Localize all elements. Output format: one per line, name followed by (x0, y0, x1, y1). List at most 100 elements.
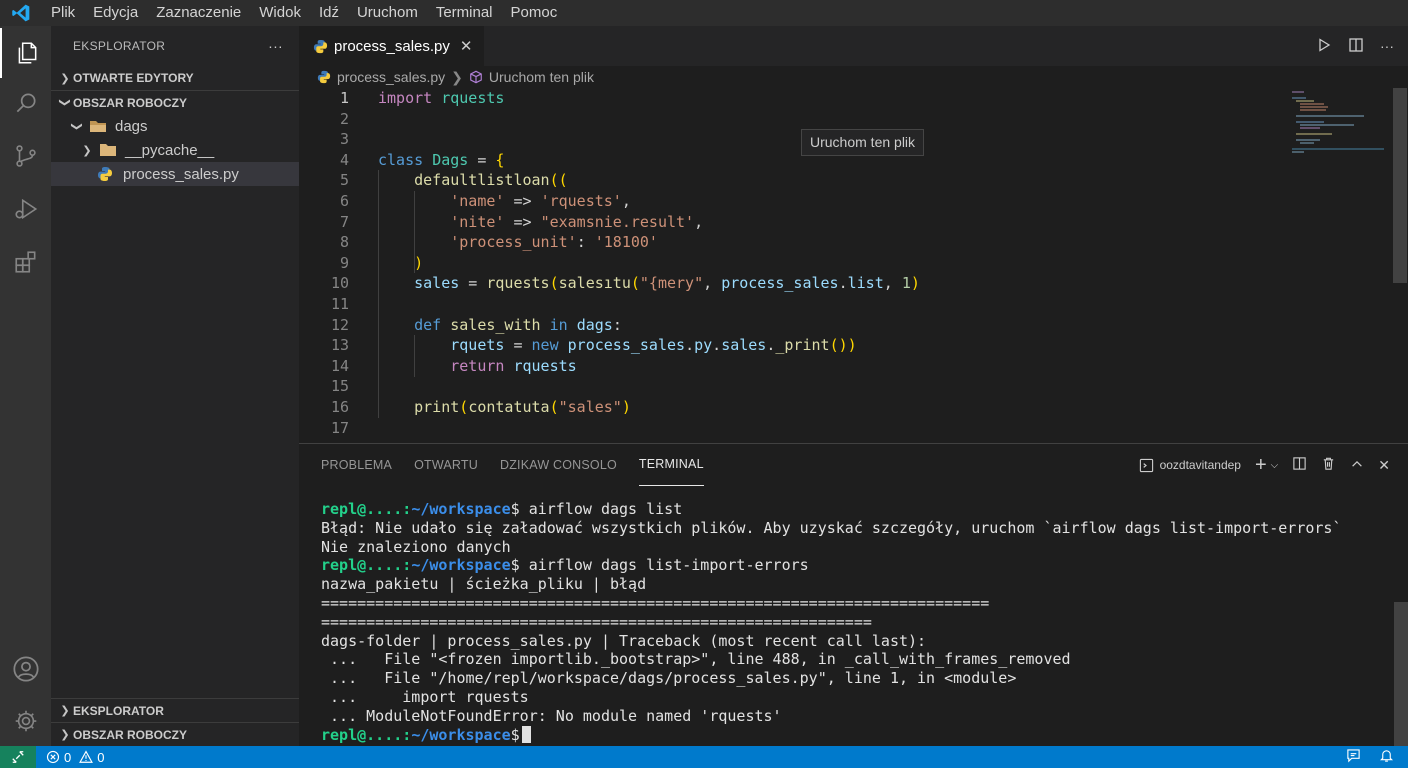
tab-debug-console[interactable]: DZIKAW CONSOLO (500, 444, 617, 486)
more-actions-icon[interactable]: ··· (268, 38, 283, 54)
section-workspace-label: OBSZAR ROBOCZY (73, 95, 187, 110)
remote-indicator-icon[interactable] (0, 746, 36, 768)
terminal-line: ... import rquests (321, 687, 529, 706)
terminal-line: ... File "/home/repl/workspace/dags/proc… (321, 669, 1017, 688)
tree-folder-pycache[interactable]: ❯ __pycache__ (51, 138, 299, 162)
indent-guide (378, 170, 379, 418)
notifications-bell-icon[interactable] (1379, 748, 1394, 766)
menu-plik[interactable]: Plik (42, 0, 84, 26)
run-file-icon[interactable] (1316, 37, 1332, 56)
terminal-line: repl@....:~/workspace$ airflow dags list (321, 500, 683, 518)
new-terminal-icon[interactable]: + (1255, 455, 1267, 475)
tree-folder-dags-label: dags (115, 117, 148, 135)
tree-folder-dags[interactable]: ❯ dags (51, 114, 299, 138)
search-icon[interactable] (0, 78, 51, 128)
tab-output[interactable]: OTWARTU (414, 444, 478, 486)
menu-idz[interactable]: Idź (310, 0, 348, 26)
files-icon[interactable] (0, 28, 51, 78)
chevron-right-icon: ❯ (82, 144, 92, 157)
menu-zaznaczenie[interactable]: Zaznaczenie (147, 0, 250, 26)
chevron-right-icon: ❯ (60, 705, 70, 717)
terminal-scrollbar[interactable] (1394, 602, 1408, 747)
trash-icon[interactable] (1321, 456, 1336, 474)
code-line: 1 import rquests (339, 89, 505, 107)
close-panel-icon[interactable]: ✕ (1378, 457, 1390, 474)
run-debug-icon[interactable] (0, 184, 51, 234)
chevron-down-icon: ❯ (70, 121, 83, 131)
terminal-icon (1139, 458, 1153, 472)
bottom-panel: PROBLEMA OTWARTU DZIKAW CONSOLO TERMINAL… (299, 443, 1408, 747)
panel-tabs: PROBLEMA OTWARTU DZIKAW CONSOLO TERMINAL… (299, 444, 1408, 486)
close-tab-icon[interactable]: ✕ (460, 37, 473, 55)
breadcrumb-file[interactable]: process_sales.py (337, 69, 445, 85)
tree-folder-pycache-label: __pycache__ (125, 141, 215, 159)
code-line: 9 ) (339, 253, 424, 272)
code-line: 6 'name' => 'rquests', (339, 191, 631, 210)
editor-tab-process-sales[interactable]: process_sales.py ✕ (299, 26, 486, 66)
editor-area: process_sales.py ✕ ··· process_sales.py … (299, 26, 1408, 443)
indent-guide (414, 191, 415, 273)
symbol-cube-icon (469, 70, 483, 84)
chevron-right-icon: ❯ (60, 729, 70, 741)
error-count: 0 (64, 749, 72, 765)
sidebar-header: EKSPLORATOR ··· (51, 26, 299, 66)
minimap[interactable] (1284, 88, 1394, 443)
code-line: 17 (330, 418, 349, 437)
terminal-line: ... File "<frozen importlib._bootstrap>"… (321, 650, 1071, 669)
code-line: 3 (339, 130, 349, 149)
menu-bar: Plik Edycja Zaznaczenie Widok Idź Urucho… (0, 0, 1408, 26)
terminal-selector[interactable]: oozdtavitandep (1139, 458, 1241, 473)
vscode-logo-icon (0, 0, 42, 26)
sidebar-bottom-sections: ❯ EKSPLORATOR ❯ OBSZAR ROBOCZY (51, 698, 299, 746)
warning-count: 0 (97, 749, 105, 765)
menu-uruchom[interactable]: Uruchom (348, 0, 427, 26)
terminal-line: repl@....:~/workspace$ airflow dags list… (321, 556, 809, 575)
code-line: 2 (339, 109, 349, 128)
scrollbar-thumb[interactable] (1393, 88, 1407, 283)
tab-terminal[interactable]: TERMINAL (638, 444, 704, 486)
editor-tab-label: process_sales.py (334, 37, 450, 55)
python-file-icon (317, 70, 331, 84)
section-workspace-collapsed-label: OBSZAR ROBOCZY (73, 727, 187, 742)
settings-gear-icon[interactable] (0, 696, 51, 746)
tab-problems[interactable]: PROBLEMA (321, 444, 392, 486)
status-bar: 0 0 (0, 746, 1408, 768)
menu-edycja[interactable]: Edycja (84, 0, 147, 26)
terminal-output[interactable]: repl@....:~/workspace$ airflow dags list… (321, 500, 1341, 744)
source-control-icon[interactable] (0, 131, 51, 181)
sidebar-title: EKSPLORATOR (73, 39, 166, 53)
editor-actions: ··· (1316, 26, 1394, 66)
section-explorer-collapsed[interactable]: ❯ EKSPLORATOR (51, 698, 299, 722)
explorer-sidebar: EKSPLORATOR ··· ❯ OTWARTE EDYTORY ❯ OBSZ… (51, 26, 299, 746)
activity-bar (0, 26, 51, 746)
maximize-panel-icon[interactable] (1350, 457, 1364, 474)
section-open-editors[interactable]: ❯ OTWARTE EDYTORY (51, 66, 299, 90)
feedback-icon[interactable] (1346, 748, 1361, 766)
menu-pomoc[interactable]: Pomoc (502, 0, 567, 26)
terminal-line: Nie znaleziono danych (321, 537, 511, 556)
breadcrumb-symbol[interactable]: Uruchom ten plik (489, 69, 594, 85)
section-workspace[interactable]: ❯ OBSZAR ROBOCZY (51, 90, 299, 114)
split-terminal-icon[interactable] (1292, 456, 1307, 474)
account-icon[interactable] (0, 644, 51, 694)
code-editor[interactable]: 1 import rquests 2 3 4 class Dags = { 5 de… (299, 88, 1289, 443)
split-editor-icon[interactable] (1348, 37, 1364, 56)
python-file-icon (97, 166, 117, 182)
terminal-cursor (521, 725, 531, 743)
extensions-icon[interactable] (0, 237, 51, 287)
indent-guide (414, 335, 415, 377)
section-workspace-collapsed[interactable]: ❯ OBSZAR ROBOCZY (51, 722, 299, 746)
tree-file-process-sales[interactable]: process_sales.py (51, 162, 299, 186)
menu-terminal[interactable]: Terminal (427, 0, 502, 26)
code-line: 4 class Dags = { (339, 150, 505, 169)
terminal-line: nazwa_pakietu | ścieżka_pliku | błąd (321, 575, 647, 594)
code-line: 14 return rquests (330, 356, 577, 375)
menu-widok[interactable]: Widok (250, 0, 310, 26)
code-line: 15 (330, 377, 349, 396)
more-actions-icon[interactable]: ··· (1380, 38, 1394, 54)
editor-scrollbar[interactable] (1393, 88, 1407, 443)
problems-indicator[interactable]: 0 0 (46, 750, 104, 765)
chevron-down-icon[interactable]: ⌵ (1271, 460, 1279, 471)
terminal-line: Błąd: Nie udało się załadować wszystkich… (321, 518, 1342, 537)
terminal-line: ========================================… (321, 612, 872, 631)
